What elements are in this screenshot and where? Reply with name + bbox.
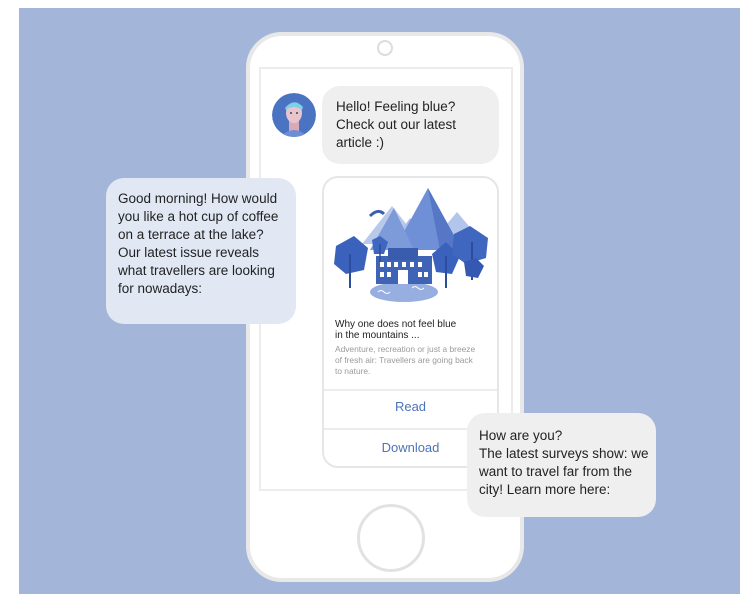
mountain-lake-illustration [332,184,492,312]
message-line: you like a hot cup of coffee [118,209,279,224]
bot-avatar-icon [272,93,316,137]
description-line: of fresh air: Travellers are going back [335,355,473,365]
chat-bubble-good-morning: Good morning! How would you like a hot c… [106,178,296,324]
card-divider [324,389,497,391]
message-line: Good morning! How would [118,191,278,206]
message-line: city! Learn more here: [479,482,611,497]
title-line: in the mountains ... [335,330,420,341]
message-line: what travellers are looking [118,263,275,278]
article-title: Why one does not feel blue in the mounta… [335,319,491,341]
chat-bubble-hello: Hello! Feeling blue? Check out our lates… [322,86,499,164]
message-line: want to travel far from the [479,464,633,479]
article-description: Adventure, recreation or just a breeze o… [335,344,495,377]
message-line: article :) [336,135,385,150]
read-button[interactable]: Read [324,399,497,414]
description-line: to nature. [335,366,371,376]
message-line: Check out our latest [336,117,457,132]
message-line: for nowadays: [118,281,203,296]
title-line: Why one does not feel blue [335,319,457,330]
message-line: Our latest issue reveals [118,245,260,260]
message-line: Hello! Feeling blue? [336,99,456,114]
home-button[interactable] [357,504,425,572]
chat-bubble-how-are-you: How are you? The latest surveys show: we… [467,413,656,517]
description-line: Adventure, recreation or just a breeze [335,344,476,354]
message-line: The latest surveys show: we [479,446,649,461]
message-line: on a terrace at the lake? [118,227,264,242]
message-line: How are you? [479,428,563,443]
phone-camera [377,40,393,56]
